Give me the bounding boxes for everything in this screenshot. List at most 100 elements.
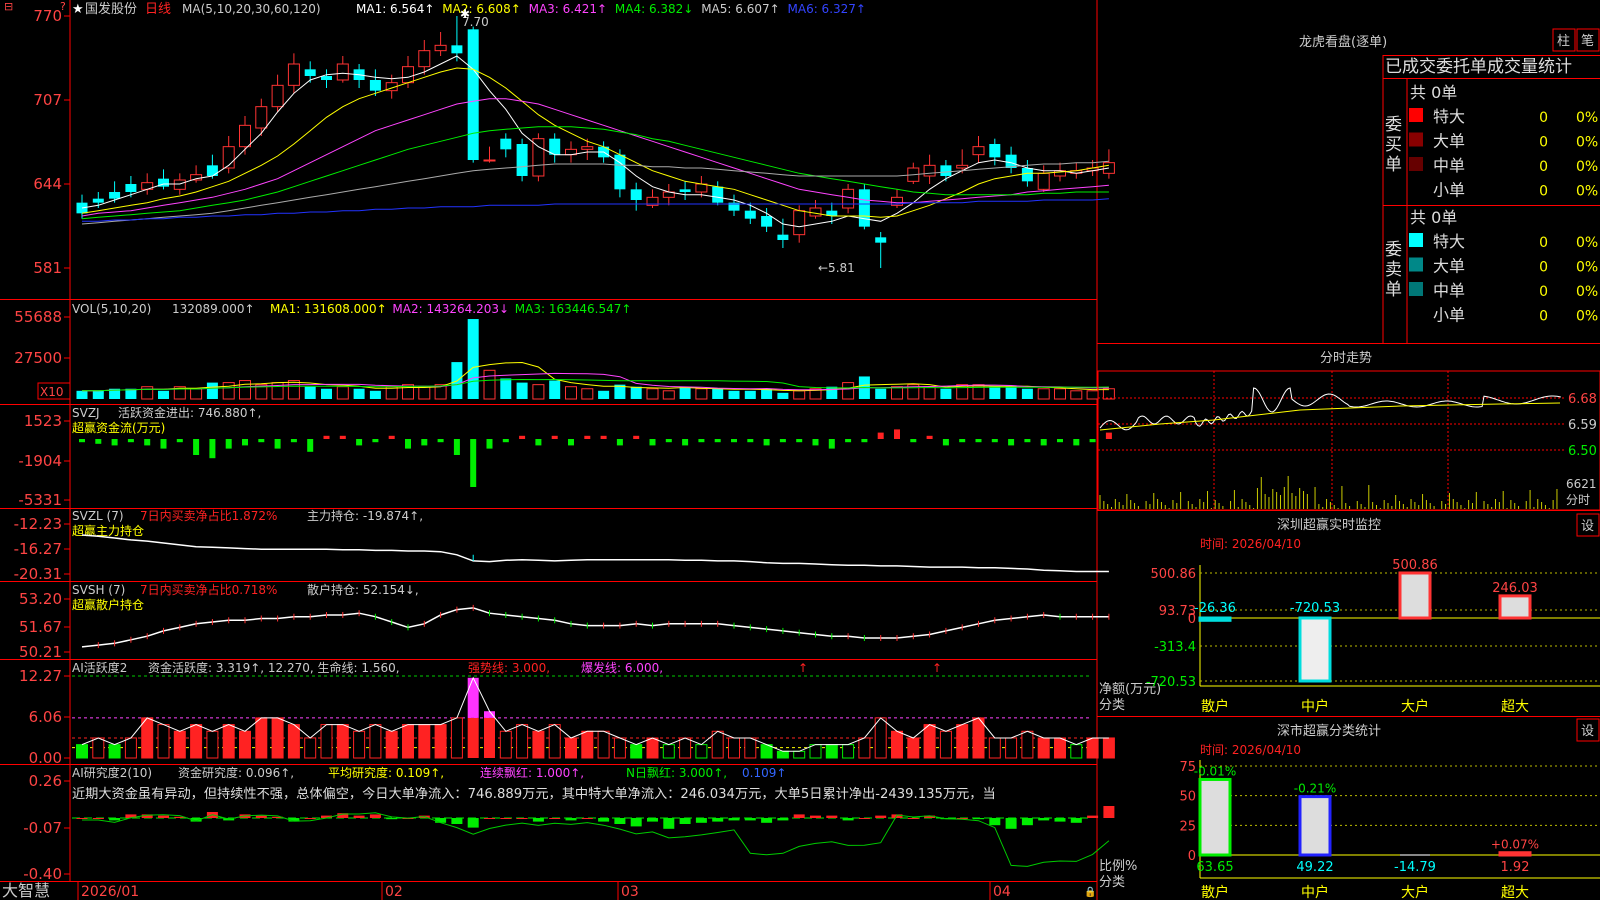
ma-line-6	[82, 198, 1109, 222]
sz-stats-category: 大户	[1401, 884, 1429, 900]
svzj-bar	[877, 432, 884, 439]
sz-stats-axis-label: 0	[1188, 849, 1196, 864]
sz-monitor-ylabel: 净额(万元)	[1099, 682, 1161, 697]
ai-research-bar	[858, 818, 870, 819]
ai-active-bar	[206, 730, 219, 759]
ai-active-bar-weak	[776, 750, 789, 759]
volume-bar-up	[1102, 388, 1115, 400]
svzj-bar	[502, 439, 509, 443]
ai-active-bar	[613, 737, 626, 759]
sz-monitor-bar-label: 500.86	[1392, 558, 1438, 573]
intraday-axis-label: 6.59	[1568, 418, 1597, 433]
period-label[interactable]: 日线	[145, 2, 171, 17]
candle-down	[875, 237, 887, 243]
ai-active-bar	[255, 717, 268, 759]
ai-active-bar	[858, 737, 871, 759]
svzj-title: SVZJ	[72, 406, 100, 420]
svzj-bar	[633, 435, 640, 439]
ai-research-bar	[532, 818, 544, 822]
sell_group-row-name: 特大	[1433, 232, 1465, 251]
ai-strong-line: 强势线: 3.000,	[468, 661, 550, 675]
ai-research-bar	[353, 815, 365, 818]
ai-active-bar	[646, 737, 659, 759]
ai-active-bar	[744, 737, 757, 759]
ma-readouts: MA1: 6.564↑ MA2: 6.608↑ MA3: 6.421↑ MA4: 6.…	[356, 2, 866, 16]
volume-ma-lines	[82, 361, 1109, 392]
ai-active-bar	[874, 717, 887, 759]
candle-down	[744, 210, 756, 219]
ma-readout-5: MA5: 6.607↑	[701, 2, 779, 16]
ai-active-bar-weak	[108, 744, 121, 759]
svzj-bar	[861, 439, 868, 443]
svzj-bar	[290, 439, 297, 443]
volume-bar-up	[793, 390, 806, 400]
svsh-tick-label: 51.67	[19, 618, 62, 636]
sz-monitor-axis-label: 500.86	[1151, 567, 1197, 582]
svzj-bar	[600, 435, 607, 439]
svzj-bar	[274, 439, 281, 449]
ai-research-bar	[92, 818, 104, 819]
stats-title: 已成交委托单成交量统计	[1385, 57, 1572, 77]
ai-research-tick-label: 0.26	[29, 772, 62, 790]
svzj-bar	[160, 439, 167, 449]
candle-down	[369, 80, 381, 91]
ai-research-a: 资金研究度: 0.096↑,	[178, 765, 294, 780]
candle-down	[109, 192, 121, 199]
volume-ma-line-2	[82, 372, 1109, 392]
time-tick-label: 04	[993, 884, 1011, 900]
sz-stats-bar	[1400, 854, 1430, 856]
candle-up	[255, 106, 268, 129]
ai-active-bar	[532, 730, 545, 759]
volume-bar-up	[1086, 390, 1099, 400]
buy_group-row-pct: 0%	[1576, 110, 1598, 126]
sz-stats-axis-label: 25	[1179, 819, 1196, 834]
ai-research-bar	[451, 818, 463, 824]
buy_group-label-char: 委	[1385, 115, 1402, 135]
ai-active-bar	[190, 724, 203, 759]
buy_group-label-char: 买	[1385, 135, 1402, 155]
ai-active-bar	[1054, 737, 1066, 759]
svzj-bar	[779, 439, 786, 443]
candle-up	[972, 146, 985, 156]
ai-active-bars: ↑ ↑	[72, 661, 1115, 759]
sz-stats-bar	[1498, 851, 1532, 857]
ai-active-bar	[939, 730, 952, 759]
candle-up	[842, 188, 855, 209]
price-tick-label: 770	[33, 7, 62, 25]
favorite-star-icon[interactable]: ★	[72, 2, 84, 17]
volume-ma-readout-1: MA1: 131608.000↑	[270, 302, 387, 316]
ma-readout-6: MA6: 6.327↑	[788, 2, 866, 16]
time-tick-label: 03	[621, 884, 639, 900]
volume-bar-down	[500, 378, 512, 399]
sz-monitor-time: 时间: 2026/04/10	[1200, 537, 1301, 551]
high-marker-icon: ✱	[460, 7, 470, 21]
menu-toggle-icon[interactable]: ⊟	[4, 0, 13, 13]
volume-bar-down	[744, 390, 756, 399]
svzj-tick-label: 1523	[24, 412, 62, 430]
svzj-bar	[796, 439, 803, 443]
ai-research-bars	[72, 806, 1115, 867]
svzj-bar	[323, 435, 330, 439]
svzj-bar	[1105, 432, 1112, 439]
sz-stats-bar	[1298, 795, 1332, 857]
ma-readout-3: MA3: 6.421↑	[529, 2, 607, 16]
svzl-axis: -12.23 -16.27 -20.31	[14, 515, 70, 583]
svsh-ratio: 7日内买卖净占比0.718%	[140, 582, 277, 597]
ai-research-bar	[842, 818, 854, 821]
volume-bar-down	[875, 388, 887, 399]
sz-monitor-bar	[1198, 616, 1232, 622]
ai-research-bar	[695, 818, 707, 823]
candle-down	[1021, 168, 1033, 182]
ai-research-bar	[1005, 818, 1017, 829]
volume-bar-up	[418, 386, 431, 400]
lock-icon[interactable]: 🔒	[1084, 886, 1096, 898]
sz-stats-top-label: -0.21%	[1294, 782, 1336, 796]
sell_group-swatch	[1409, 233, 1423, 247]
volume-bar-up	[532, 384, 545, 400]
svzj-bar	[1008, 439, 1015, 446]
sell_group-row-pct: 0%	[1576, 284, 1598, 300]
buy_group-row-count: 0	[1539, 135, 1548, 151]
volume-bar-up	[1037, 388, 1050, 400]
volume-bar-down	[712, 388, 724, 399]
sz-monitor-bar	[1298, 616, 1332, 683]
